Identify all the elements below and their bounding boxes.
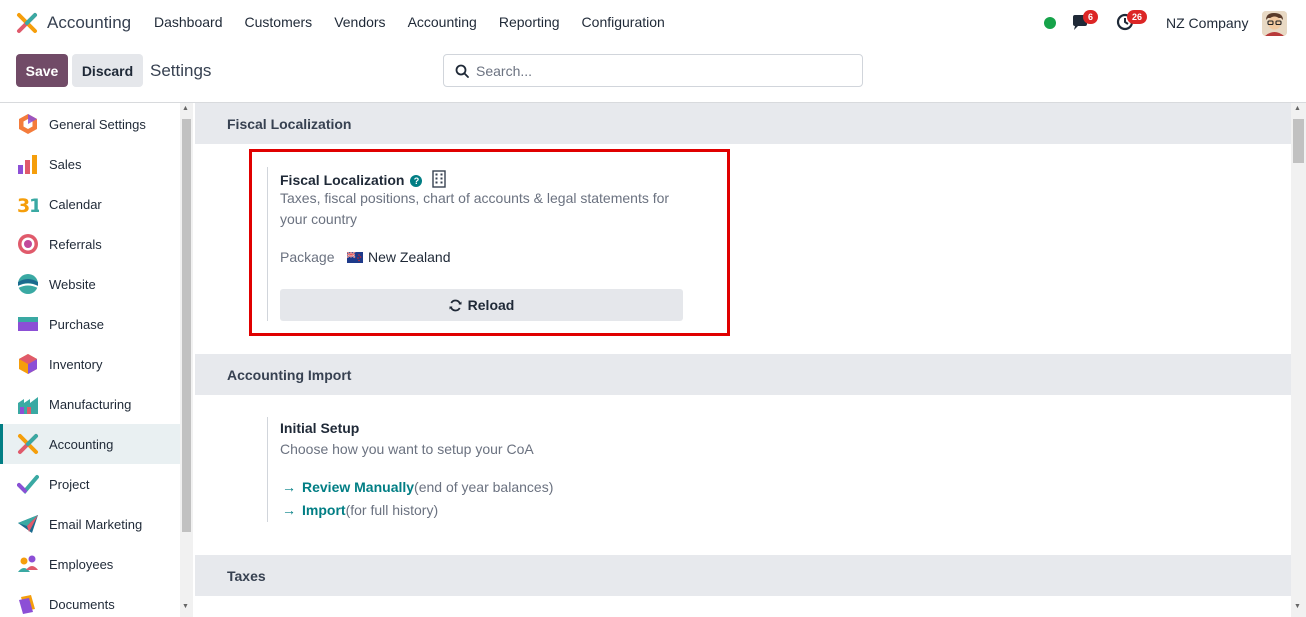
sidebar-item-calendar[interactable]: 3 1 Calendar bbox=[0, 184, 180, 224]
section-title: Accounting Import bbox=[227, 367, 352, 383]
arrow-right-icon: → bbox=[282, 502, 296, 518]
menu-vendors[interactable]: Vendors bbox=[334, 14, 385, 30]
email-marketing-icon bbox=[18, 515, 38, 533]
sidebar-item-project[interactable]: Project bbox=[0, 464, 180, 504]
user-avatar-icon bbox=[1262, 11, 1287, 36]
setting-title: Initial Setup bbox=[280, 420, 360, 436]
general-settings-icon bbox=[19, 114, 37, 134]
sidebar-item-label: Inventory bbox=[49, 356, 103, 372]
sidebar-item-label: General Settings bbox=[49, 116, 146, 132]
settings-content: Fiscal Localization Fiscal Localization?… bbox=[195, 103, 1291, 617]
sidebar-item-email-marketing[interactable]: Email Marketing bbox=[0, 504, 180, 544]
sidebar-item-label: Website bbox=[49, 276, 96, 292]
sidebar-item-label: Accounting bbox=[49, 436, 114, 452]
section-header-fiscal-localization: Fiscal Localization bbox=[195, 103, 1291, 144]
sidebar-item-website[interactable]: Website bbox=[0, 264, 180, 304]
arrow-right-icon: → bbox=[282, 479, 296, 495]
setting-description: Choose how you want to setup your CoA bbox=[280, 441, 534, 457]
menu-reporting[interactable]: Reporting bbox=[499, 14, 560, 30]
sidebar-item-label: Manufacturing bbox=[49, 396, 132, 412]
accounting-icon bbox=[18, 434, 38, 454]
top-navbar: Accounting Dashboard Customers Vendors A… bbox=[0, 0, 1306, 46]
sales-icon bbox=[18, 155, 37, 174]
sidebar-item-inventory[interactable]: Inventory bbox=[0, 344, 180, 384]
user-avatar[interactable] bbox=[1262, 11, 1287, 36]
sidebar-item-accounting[interactable]: Accounting bbox=[0, 424, 180, 464]
online-status-indicator bbox=[1044, 17, 1056, 29]
save-button[interactable]: Save bbox=[16, 54, 68, 87]
sidebar-item-label: Employees bbox=[49, 556, 114, 572]
manufacturing-icon bbox=[18, 397, 38, 414]
content-scrollbar[interactable] bbox=[1291, 103, 1306, 617]
sidebar-item-label: Documents bbox=[49, 596, 115, 612]
search-bar[interactable] bbox=[443, 54, 863, 87]
documents-icon bbox=[19, 595, 35, 614]
activities-count-badge: 26 bbox=[1127, 10, 1148, 24]
link-note: (end of year balances) bbox=[414, 479, 554, 495]
section-title: Taxes bbox=[227, 568, 266, 584]
sidebar-item-label: Calendar bbox=[49, 196, 102, 212]
page-title: Settings bbox=[150, 61, 212, 80]
accounting-app-icon[interactable] bbox=[16, 12, 38, 34]
search-icon bbox=[455, 64, 469, 78]
import-link[interactable]: Import bbox=[302, 502, 346, 518]
settings-sidebar: General Settings Sales 3 1 Calendar Refe… bbox=[0, 103, 180, 617]
highlight-box bbox=[249, 149, 730, 336]
scroll-up-arrow-icon[interactable]: ▲ bbox=[1294, 105, 1301, 112]
scroll-down-arrow-icon[interactable]: ▼ bbox=[182, 603, 189, 610]
website-icon bbox=[17, 274, 39, 294]
menu-accounting[interactable]: Accounting bbox=[408, 14, 477, 30]
sidebar-item-label: Referrals bbox=[49, 236, 102, 252]
referrals-icon bbox=[18, 234, 38, 254]
sidebar-item-label: Purchase bbox=[49, 316, 104, 332]
sidebar-item-general-settings[interactable]: General Settings bbox=[0, 104, 180, 144]
section-header-taxes: Taxes bbox=[195, 555, 1291, 596]
sidebar-item-label: Sales bbox=[49, 156, 82, 172]
menu-configuration[interactable]: Configuration bbox=[582, 14, 665, 30]
review-manually-link[interactable]: Review Manually bbox=[302, 479, 414, 495]
calendar-icon: 3 1 bbox=[17, 195, 39, 215]
sidebar-item-purchase[interactable]: Purchase bbox=[0, 304, 180, 344]
link-note: (for full history) bbox=[345, 502, 439, 518]
sidebar-item-referrals[interactable]: Referrals bbox=[0, 224, 180, 264]
menu-customers[interactable]: Customers bbox=[245, 14, 313, 30]
sidebar-scrollbar-thumb[interactable] bbox=[182, 119, 191, 532]
sidebar-item-label: Email Marketing bbox=[49, 516, 143, 532]
app-name[interactable]: Accounting bbox=[47, 13, 131, 33]
main-menu: Dashboard Customers Vendors Accounting R… bbox=[154, 14, 687, 30]
sidebar-item-label: Project bbox=[49, 476, 90, 492]
section-header-accounting-import: Accounting Import bbox=[195, 354, 1291, 395]
company-switcher[interactable]: NZ Company bbox=[1166, 15, 1248, 31]
discard-button[interactable]: Discard bbox=[72, 54, 143, 87]
svg-text:1: 1 bbox=[29, 195, 39, 215]
section-title: Fiscal Localization bbox=[227, 116, 352, 132]
purchase-icon bbox=[18, 317, 38, 331]
sidebar-item-sales[interactable]: Sales bbox=[0, 144, 180, 184]
content-scrollbar-thumb[interactable] bbox=[1293, 119, 1304, 163]
project-icon bbox=[17, 475, 39, 494]
sidebar-item-manufacturing[interactable]: Manufacturing bbox=[0, 384, 180, 424]
employees-icon bbox=[18, 555, 38, 572]
menu-dashboard[interactable]: Dashboard bbox=[154, 14, 223, 30]
import-link-row: → Import(for full history) bbox=[282, 502, 438, 518]
sidebar-item-documents[interactable]: Documents bbox=[0, 584, 180, 617]
review-manually-link-row: → Review Manually(end of year balances) bbox=[282, 479, 553, 495]
messages-count-badge: 6 bbox=[1083, 10, 1099, 24]
sidebar-item-employees[interactable]: Employees bbox=[0, 544, 180, 584]
inventory-icon bbox=[19, 354, 37, 374]
search-input[interactable] bbox=[476, 61, 856, 81]
scroll-up-arrow-icon[interactable]: ▲ bbox=[182, 105, 189, 112]
scroll-down-arrow-icon[interactable]: ▼ bbox=[1294, 603, 1301, 610]
